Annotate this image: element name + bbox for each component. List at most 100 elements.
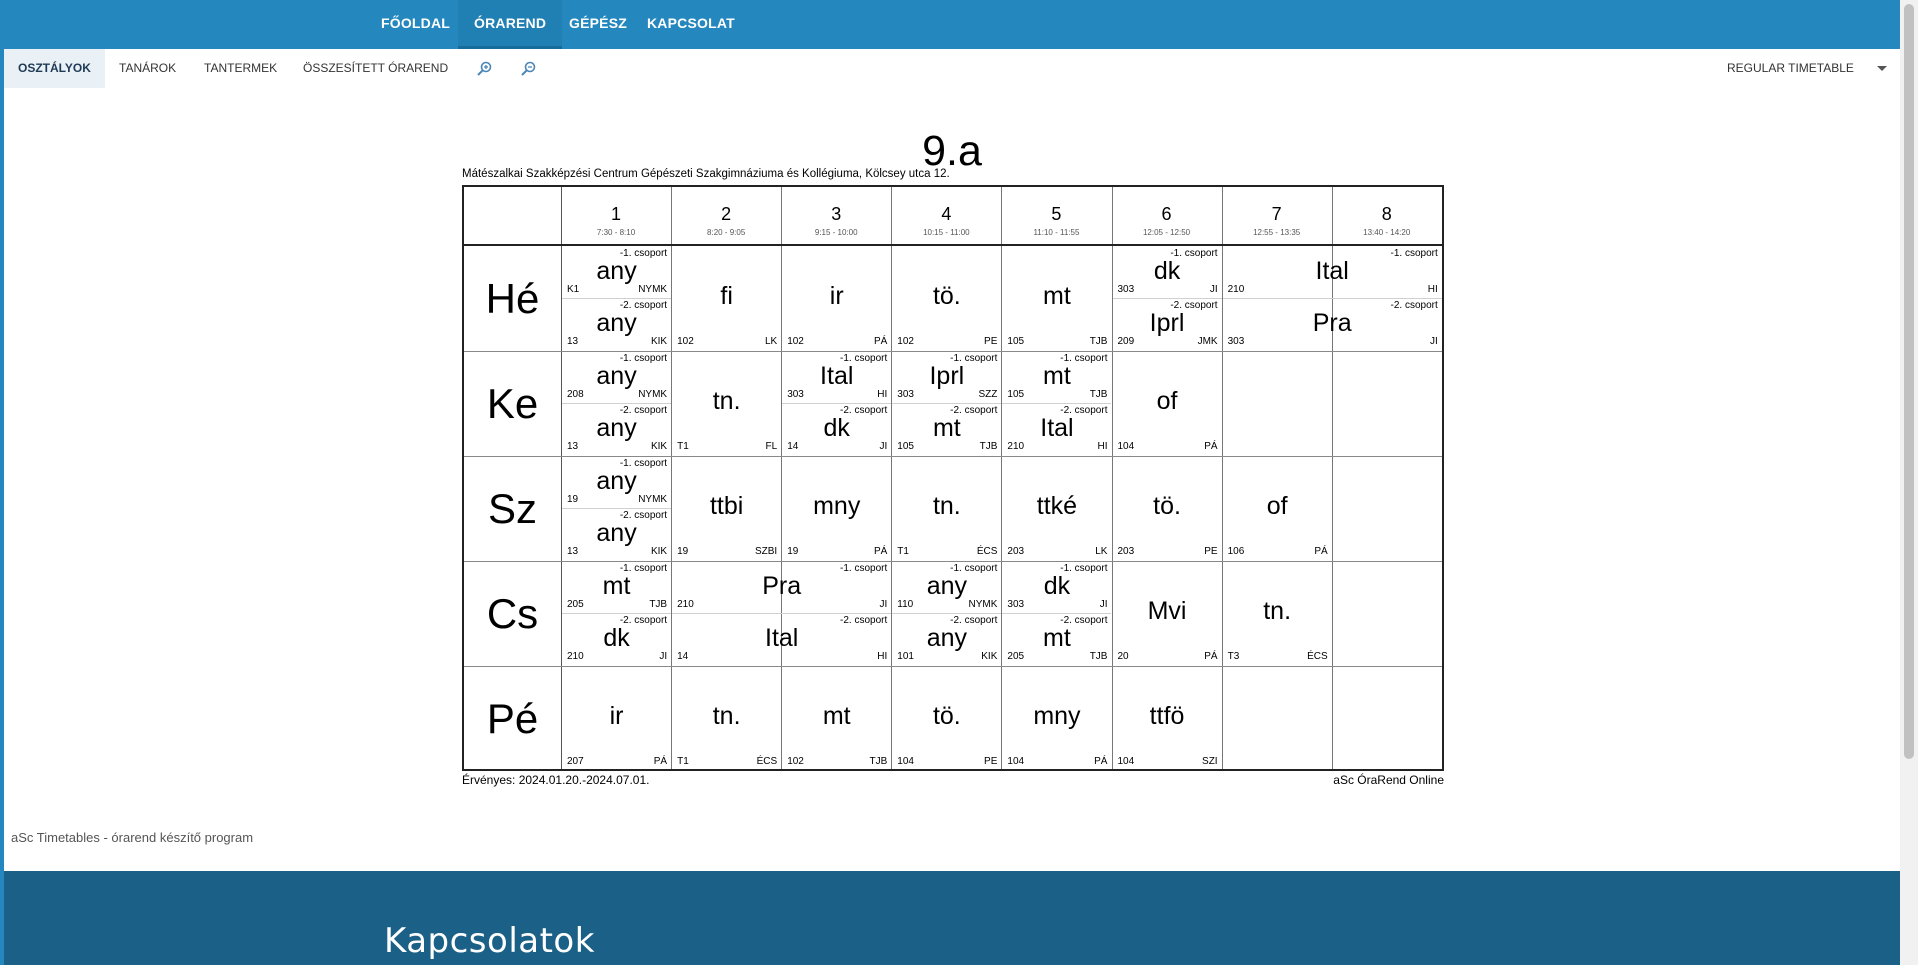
lesson-cell[interactable]: tö. 102 PE	[892, 246, 1001, 350]
lesson-subject: Ital	[1040, 414, 1074, 442]
lesson-room: 303	[1117, 284, 1135, 295]
lesson-subject: mny	[813, 492, 861, 520]
lesson-cell[interactable]: -2. csoport Ital 14 HI	[672, 613, 891, 665]
lesson-teacher: JI	[1209, 284, 1218, 295]
lesson-cell[interactable]: Mvi 20 PÁ	[1113, 561, 1222, 665]
period-number: 4	[941, 204, 952, 224]
lesson-cell[interactable]: -2. csoport dk 14 JI	[782, 403, 891, 455]
lesson-cell[interactable]: of 104 PÁ	[1113, 351, 1222, 455]
nav-fooldal[interactable]: FŐOLDAL	[381, 0, 450, 49]
lesson-cell[interactable]: -2. csoport any 13 KIK	[562, 403, 671, 455]
lesson-cell[interactable]: -1. csoport dk 303 JI	[1113, 246, 1222, 298]
lesson-room: 210	[1007, 441, 1025, 452]
nav-orarend[interactable]: ÓRAREND	[458, 0, 563, 49]
zoom-out-icon[interactable]	[519, 60, 537, 78]
lesson-teacher: FL	[765, 441, 778, 452]
chevron-down-icon[interactable]	[1877, 66, 1887, 71]
lesson-cell[interactable]: -2. csoport any 13 KIK	[562, 298, 671, 350]
lesson-cell[interactable]: -2. csoport any 13 KIK	[562, 508, 671, 560]
group-divider	[1222, 298, 1442, 299]
lesson-teacher: LK	[764, 336, 778, 347]
period-time: 10:15 - 11:00	[923, 228, 970, 237]
lesson-subject: tn.	[712, 702, 741, 730]
asc-note: aSc Timetables - órarend készítő program	[11, 830, 254, 845]
lesson-cell[interactable]: -2. csoport dk 210 JI	[562, 613, 671, 665]
lesson-teacher: ÉCS	[1307, 651, 1328, 662]
lesson-room: 208	[567, 389, 584, 400]
lesson-cell[interactable]: tn. T1 ÉCS	[672, 666, 781, 770]
lesson-cell[interactable]: -2. csoport mt 205 TJB	[1002, 613, 1111, 665]
scrollbar-thumb[interactable]	[1904, 4, 1914, 759]
lesson-room: 102	[897, 336, 914, 347]
lesson-cell[interactable]: -1. csoport Ital 210 HI	[1223, 246, 1442, 298]
lesson-cell[interactable]: -2. csoport Ital 210 HI	[1002, 403, 1111, 455]
lesson-cell[interactable]: -1. csoport any K1 NYMK	[562, 246, 671, 298]
lesson-cell[interactable]: -1. csoport mt 105 TJB	[1002, 351, 1111, 403]
lesson-cell[interactable]: ir 102 PÁ	[782, 246, 891, 350]
day-label: Hé	[485, 275, 540, 322]
tab-tanarok[interactable]: TANÁROK	[119, 49, 176, 88]
lesson-cell[interactable]: fi 102 LK	[672, 246, 781, 350]
lesson-teacher: NYMK	[638, 494, 668, 505]
timetable-select[interactable]: REGULAR TIMETABLE	[1727, 49, 1854, 88]
lesson-teacher: SZZ	[978, 389, 998, 400]
lesson-subject: Mvi	[1147, 597, 1187, 625]
lesson-cell[interactable]: mt 102 TJB	[782, 666, 891, 770]
lesson-cell[interactable]: -2. csoport Pra 303 JI	[1223, 298, 1442, 350]
lesson-teacher: PÁ	[1204, 441, 1218, 452]
lesson-cell[interactable]: ttbi 19 SZBI	[672, 456, 781, 560]
period-time: 13:40 - 14:20	[1363, 228, 1411, 237]
period-header: 5 11:10 - 11:55	[1001, 187, 1111, 244]
lesson-subject: of	[1156, 387, 1178, 415]
zoom-in-icon[interactable]	[475, 60, 493, 78]
lesson-cell[interactable]: tn. T1 FL	[672, 351, 781, 455]
lesson-teacher: SZI	[1202, 756, 1218, 767]
tab-osszesitett-orarend[interactable]: ÖSSZESÍTETT ÓRAREND	[303, 49, 448, 88]
lesson-room: 101	[897, 651, 914, 662]
lesson-room: 110	[897, 599, 914, 610]
lesson-cell[interactable]: -2. csoport mt 105 TJB	[892, 403, 1001, 455]
lesson-cell[interactable]: tn. T1 ÉCS	[892, 456, 1001, 560]
lesson-room: 303	[1227, 336, 1245, 347]
lesson-room: 105	[1007, 336, 1025, 347]
tab-tantermek[interactable]: TANTERMEK	[204, 49, 277, 88]
period-header: 8 13:40 - 14:20	[1332, 187, 1442, 244]
scrollbar[interactable]	[1900, 0, 1918, 965]
lesson-cell[interactable]: tö. 104 PE	[892, 666, 1001, 770]
lesson-teacher: ÉCS	[756, 756, 778, 767]
lesson-cell[interactable]: mt 105 TJB	[1002, 246, 1111, 350]
lesson-room: 13	[567, 441, 579, 452]
lesson-cell[interactable]: -1. csoport any 208 NYMK	[562, 351, 671, 403]
lesson-cell[interactable]: ir 207 PÁ	[562, 666, 671, 770]
lesson-cell[interactable]: -1. csoport any 110 NYMK	[892, 561, 1001, 613]
lesson-cell[interactable]: -2. csoport Iprl 209 JMK	[1113, 298, 1222, 350]
lesson-cell[interactable]: -1. csoport Pra 210 JI	[672, 561, 891, 613]
period-header: 7 12:55 - 13:35	[1222, 187, 1332, 244]
lesson-teacher: TJB	[1089, 389, 1108, 400]
nav-gepesz[interactable]: GÉPÉSZ	[569, 0, 627, 49]
lesson-cell[interactable]: -1. csoport any 19 NYMK	[562, 456, 671, 508]
lesson-cell[interactable]: -2. csoport any 101 KIK	[892, 613, 1001, 665]
lesson-room: 105	[1007, 389, 1025, 400]
lesson-cell[interactable]: tö. 203 PE	[1113, 456, 1222, 560]
lesson-cell[interactable]: mny 19 PÁ	[782, 456, 891, 560]
lesson-cell[interactable]: -1. csoport mt 205 TJB	[562, 561, 671, 613]
lesson-cell[interactable]: mny 104 PÁ	[1002, 666, 1111, 770]
period-number: 7	[1271, 204, 1282, 224]
lesson-cell[interactable]: ttfö 104 SZI	[1113, 666, 1222, 770]
nav-kapcsolat[interactable]: KAPCSOLAT	[647, 0, 735, 49]
lesson-subject: Pra	[1312, 309, 1352, 337]
lesson-cell[interactable]: -1. csoport Ital 303 HI	[782, 351, 891, 403]
lesson-cell[interactable]: ttké 203 LK	[1002, 456, 1111, 560]
lesson-subject: tö.	[1153, 492, 1181, 520]
lesson-subject: ttfö	[1149, 702, 1185, 730]
lesson-cell[interactable]: tn. T3 ÉCS	[1223, 561, 1332, 665]
lesson-room: 205	[1007, 651, 1025, 662]
tab-osztalyok[interactable]: OSZTÁLYOK	[4, 49, 105, 88]
lesson-cell[interactable]: -1. csoport Iprl 303 SZZ	[892, 351, 1001, 403]
lesson-cell[interactable]: of 106 PÁ	[1223, 456, 1332, 560]
lesson-subject: Ital	[820, 362, 854, 390]
lesson-room: 19	[677, 546, 689, 557]
lesson-teacher: PÁ	[1204, 651, 1218, 662]
lesson-cell[interactable]: -1. csoport dk 303 JI	[1002, 561, 1111, 613]
